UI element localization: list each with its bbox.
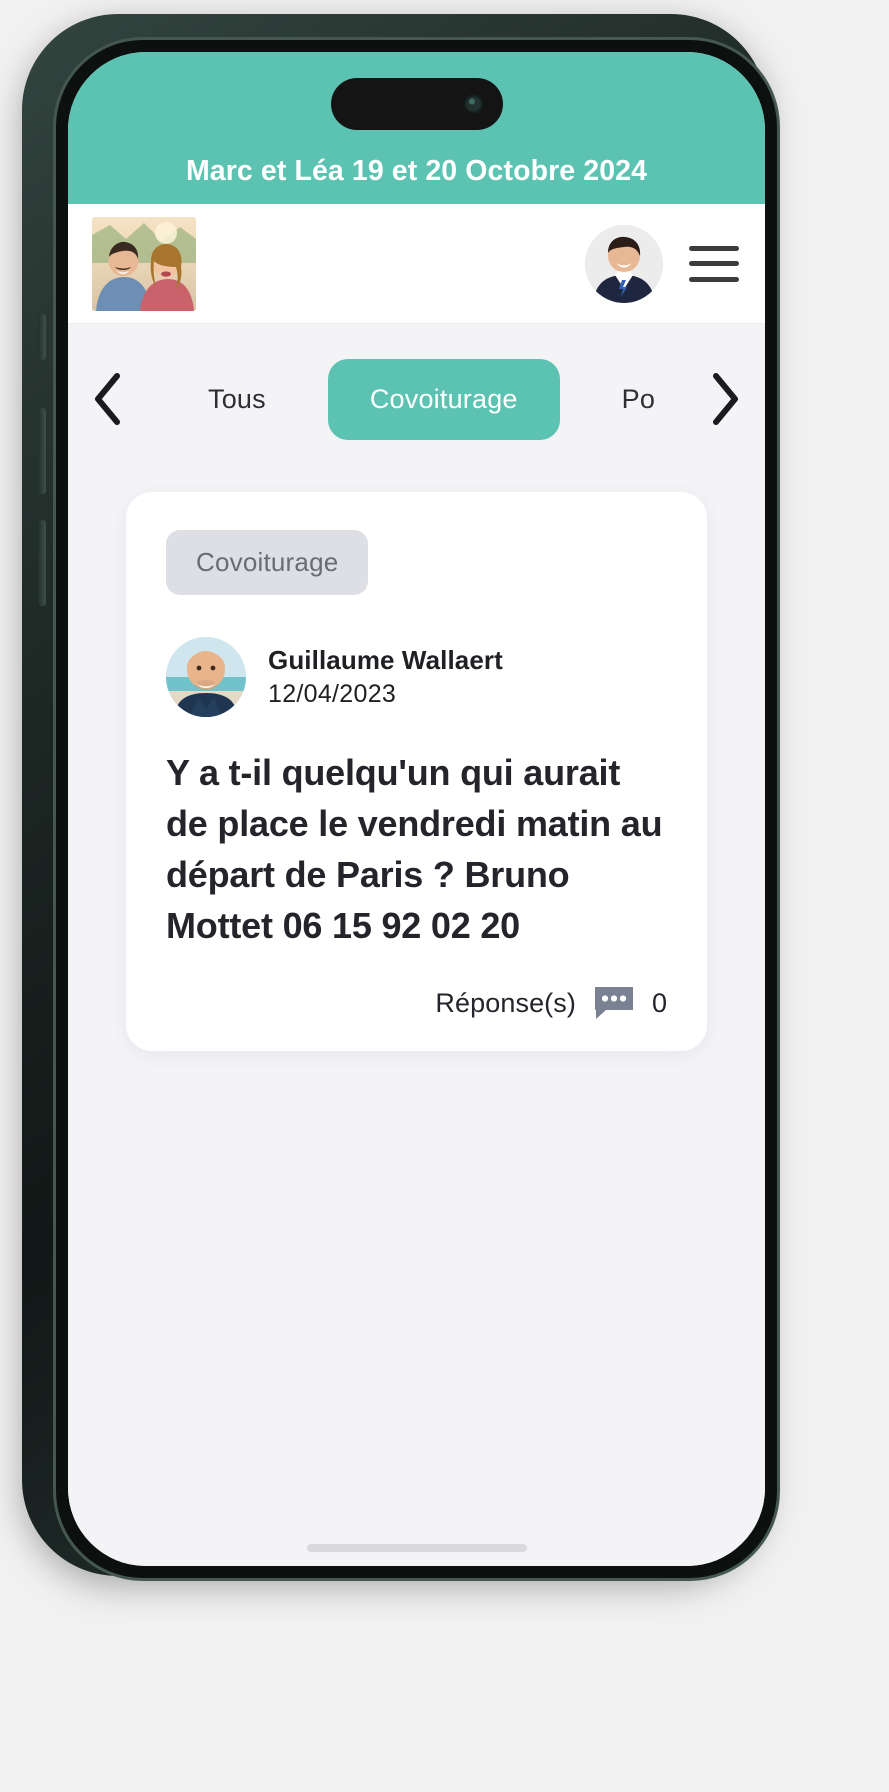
hamburger-line (689, 276, 739, 282)
mute-switch-button[interactable] (38, 314, 46, 360)
front-camera-icon (463, 94, 483, 114)
couple-photo-logo[interactable] (92, 216, 196, 311)
home-indicator (306, 1544, 527, 1552)
dynamic-island (330, 78, 503, 130)
post-date: 12/04/2023 (268, 680, 397, 708)
author-meta: Guillaume Wallaert 12/04/2023 (268, 645, 503, 709)
volume-up-button[interactable] (38, 408, 46, 494)
replies-count: 0 (651, 987, 667, 1018)
hamburger-line (689, 261, 739, 266)
tab-po[interactable]: Po (588, 362, 686, 437)
phone-frame: Marc et Léa 19 et 20 Octobre 2024 Tous C… (22, 14, 780, 1581)
tab-prev-arrow-icon[interactable] (84, 367, 132, 431)
post-list: Covoiturage Guillaume Wallaert 12/04/202… (68, 474, 765, 1052)
category-tabbar: Tous Covoiturage Po (68, 324, 765, 474)
page-body: Tous Covoiturage Po Covoiturage Guillaum… (68, 324, 765, 1566)
post-category-badge: Covoiturage (166, 530, 369, 595)
author-avatar[interactable] (166, 637, 246, 717)
post-body-text: Y a t-il quelqu'un qui aurait de place l… (166, 752, 663, 947)
tab-next-arrow-icon[interactable] (701, 367, 749, 431)
nav-right-group (585, 224, 739, 303)
tabs-viewport: Tous Covoiturage Po (132, 324, 701, 474)
post-author-row: Guillaume Wallaert 12/04/2023 (166, 637, 667, 717)
hamburger-line (689, 245, 739, 251)
author-name: Guillaume Wallaert (268, 645, 503, 675)
navigation-bar (68, 204, 765, 324)
tab-tous[interactable]: Tous (174, 362, 300, 437)
comment-bubble-icon[interactable] (592, 985, 636, 1021)
post-card[interactable]: Covoiturage Guillaume Wallaert 12/04/202… (126, 492, 707, 1052)
event-header: Marc et Léa 19 et 20 Octobre 2024 (68, 52, 765, 204)
hamburger-menu-icon[interactable] (689, 245, 739, 282)
screenshot-stage: Marc et Léa 19 et 20 Octobre 2024 Tous C… (0, 0, 889, 1792)
volume-down-button[interactable] (38, 520, 46, 606)
tab-covoiturage[interactable]: Covoiturage (327, 358, 560, 440)
phone-screen: Marc et Léa 19 et 20 Octobre 2024 Tous C… (68, 52, 765, 1566)
post-footer: Réponse(s) 0 (166, 985, 667, 1021)
replies-label: Réponse(s) (435, 987, 576, 1018)
page-title: Marc et Léa 19 et 20 Octobre 2024 (185, 155, 648, 187)
user-avatar[interactable] (585, 224, 663, 303)
